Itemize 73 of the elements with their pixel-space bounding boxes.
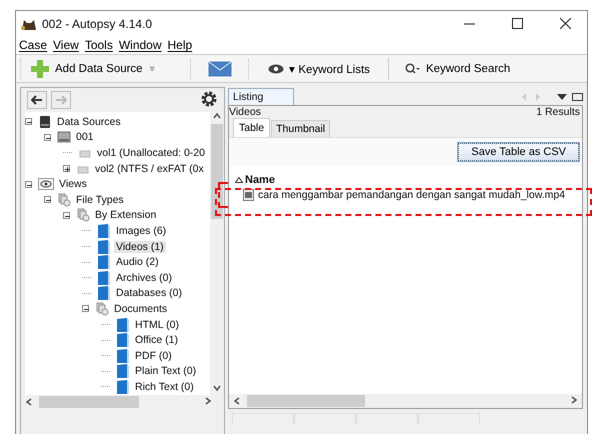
video-file-icon [243, 189, 254, 201]
document-icon [97, 270, 111, 286]
eye-icon [268, 64, 284, 74]
scroll-right-icon[interactable] [570, 396, 578, 404]
file-name-cell[interactable]: cara menggambar pemandangan dengan sangat mudah_low.mp4 [258, 189, 566, 201]
menu-item[interactable]: Tools [82, 38, 116, 52]
collapse-toggle[interactable] [25, 118, 32, 126]
results-count: 1 Results [536, 106, 580, 118]
scroll-left-icon[interactable] [25, 398, 33, 406]
window-title: 002 - Autopsy 4.14.0 [42, 16, 152, 30]
collapse-toggle[interactable] [44, 134, 51, 141]
file-types-icon [95, 302, 109, 316]
back-button[interactable] [27, 91, 47, 109]
document-icon [97, 254, 111, 270]
tree-item[interactable]: HTML (0) [133, 318, 181, 331]
menu-item[interactable]: View [50, 38, 82, 52]
document-icon [97, 222, 111, 239]
document-icon [97, 238, 111, 255]
tree-item[interactable]: Rich Text (0) [133, 380, 196, 393]
tree-item[interactable]: Plain Text (0) [133, 365, 198, 378]
keyword-lists-button[interactable]: ▾ Keyword Lists [250, 56, 388, 81]
scroll-up-icon[interactable] [213, 112, 221, 120]
save-csv-button[interactable]: Save Table as CSV [458, 143, 579, 161]
menu-item[interactable]: Help [164, 38, 196, 52]
tree-item[interactable]: Data Sources [55, 116, 123, 128]
tree-item[interactable]: Views [57, 178, 89, 190]
tree-item[interactable]: Databases (0) [114, 287, 184, 300]
search-icon [404, 62, 421, 74]
tree-item[interactable]: Office (1) [133, 334, 180, 346]
tree-item[interactable]: Videos (1) [114, 240, 166, 253]
hard-drive-icon [38, 114, 52, 129]
column-header[interactable]: Name [229, 166, 582, 186]
tree-item[interactable]: vol2 (NTFS / exFAT (0x [93, 162, 206, 175]
category-heading: Videos [229, 106, 261, 118]
collapse-toggle[interactable] [82, 305, 89, 312]
file-types-icon [76, 208, 90, 222]
scroll-left-icon[interactable] [233, 397, 241, 405]
tree-item[interactable]: By Extension [93, 209, 158, 222]
menu-item[interactable]: Window [116, 38, 165, 52]
tree-item[interactable]: PDF (0) [133, 350, 174, 362]
left-arrow-icon [31, 95, 43, 105]
document-icon [116, 363, 130, 380]
collapse-toggle[interactable] [44, 196, 51, 204]
eye-icon [38, 177, 54, 192]
document-icon [116, 348, 130, 364]
view-tab[interactable]: Table [233, 118, 270, 137]
collapse-toggle[interactable] [63, 212, 70, 219]
tree-item[interactable]: 001 [74, 131, 96, 144]
scroll-right-icon[interactable] [204, 397, 212, 405]
tree-item[interactable]: vol1 (Unallocated: 0-20 [95, 146, 207, 159]
plus-icon [30, 58, 50, 78]
horizontal-scrollbar[interactable] [229, 394, 582, 408]
file-types-icon [57, 192, 71, 207]
tree-item[interactable]: File Types [74, 194, 126, 206]
tree-item[interactable]: Audio (2) [114, 256, 161, 268]
document-icon [116, 316, 130, 333]
sort-icon [235, 177, 243, 183]
tree-item[interactable]: Images (6) [114, 224, 168, 237]
expand-toggle[interactable] [63, 165, 70, 172]
collapse-toggle[interactable] [25, 180, 32, 188]
keyword-search-button[interactable]: Keyword Search [388, 56, 526, 81]
view-tab[interactable]: Thumbnail [271, 120, 330, 137]
scroll-down-icon[interactable] [213, 384, 221, 392]
close-button[interactable] [560, 18, 570, 29]
menu-item[interactable]: Case [16, 38, 50, 52]
document-icon [116, 378, 130, 395]
tree-item[interactable]: Archives (0) [114, 272, 174, 284]
tree-item[interactable]: Documents [112, 302, 170, 315]
right-arrow-icon [55, 95, 67, 105]
document-icon [97, 285, 111, 302]
listing-tab[interactable]: Listing [228, 88, 294, 105]
document-icon [116, 332, 130, 348]
maximize-button[interactable] [512, 18, 522, 29]
